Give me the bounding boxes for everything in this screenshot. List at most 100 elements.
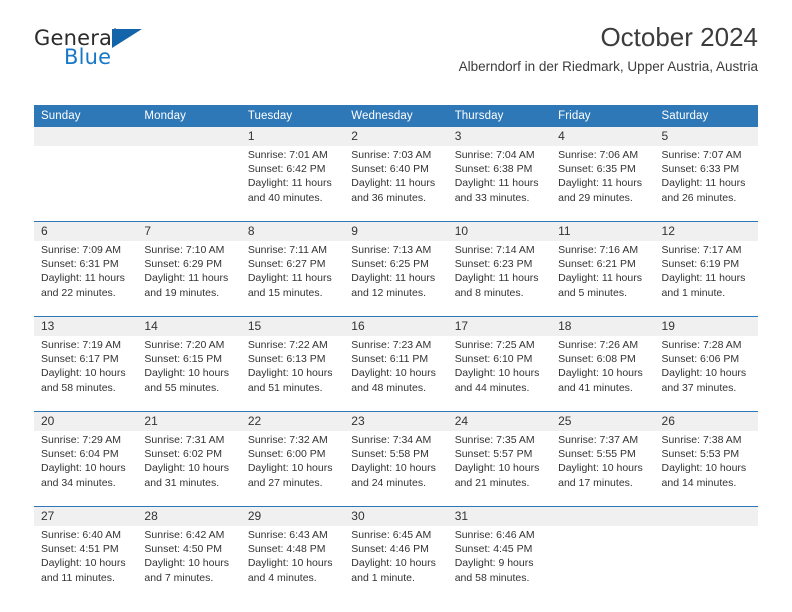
day-number[interactable]: 17 (447, 316, 552, 336)
day-number[interactable]: 23 (344, 411, 448, 431)
day-number (34, 127, 138, 146)
day-number[interactable]: 5 (654, 127, 758, 146)
day-number[interactable]: 13 (34, 316, 138, 336)
day-number[interactable]: 24 (447, 411, 552, 431)
daylight-text-line2: and 58 minutes. (41, 381, 116, 394)
sunset-text: Sunset: 6:25 PM (351, 258, 429, 271)
day-cell: Sunrise: 7:32 AM Sunset: 6:00 PM Dayligh… (240, 431, 345, 507)
sunset-text: Sunset: 4:45 PM (454, 543, 533, 556)
daylight-text-line2: and 55 minutes. (144, 381, 220, 394)
day-number[interactable]: 3 (447, 127, 552, 146)
sunrise-text: Sunrise: 7:34 AM (351, 434, 432, 446)
day-number[interactable]: 2 (344, 127, 448, 146)
sunset-text: Sunset: 6:31 PM (41, 258, 119, 271)
day-cell: Sunrise: 7:29 AM Sunset: 6:04 PM Dayligh… (34, 431, 138, 507)
week-daynumbers: 6 7 8 9 10 11 12 (34, 221, 758, 241)
calendar-page: General Blue October 2024 Alberndorf in … (0, 0, 792, 612)
triangle-icon (112, 29, 142, 48)
week-daynumbers: 20 21 22 23 24 25 26 (34, 411, 758, 431)
sunrise-text: Sunrise: 7:37 AM (558, 434, 639, 446)
day-number[interactable]: 19 (654, 316, 758, 336)
day-number[interactable]: 29 (240, 506, 345, 526)
sunset-text: Sunset: 5:55 PM (558, 448, 636, 461)
day-number[interactable]: 7 (137, 221, 241, 241)
day-cell: Sunrise: 7:14 AM Sunset: 6:23 PM Dayligh… (447, 241, 552, 317)
daylight-text-line1: Daylight: 10 hours (41, 557, 126, 570)
sunrise-text: Sunrise: 6:43 AM (247, 529, 328, 541)
daylight-text-line2: and 40 minutes. (247, 191, 323, 204)
daylight-text-line1: Daylight: 10 hours (661, 367, 747, 380)
week-daynumbers: 27 28 29 30 31 (34, 506, 758, 526)
day-number[interactable]: 22 (240, 411, 345, 431)
day-cell: Sunrise: 6:42 AM Sunset: 4:50 PM Dayligh… (137, 526, 241, 601)
day-number[interactable]: 30 (344, 506, 448, 526)
sunset-text: Sunset: 4:46 PM (351, 543, 429, 556)
week-row: 6 7 8 9 10 11 12 Sunrise: 7:09 AM Sunset… (34, 221, 758, 317)
day-number[interactable]: 12 (654, 221, 758, 241)
daylight-text-line2: and 15 minutes. (247, 286, 323, 299)
sunset-text: Sunset: 6:04 PM (41, 448, 119, 461)
day-number[interactable]: 15 (240, 316, 345, 336)
title-block: October 2024 Alberndorf in der Riedmark,… (459, 22, 758, 76)
sunset-text: Sunset: 6:17 PM (41, 353, 119, 366)
sunset-text: Sunset: 6:23 PM (454, 258, 533, 271)
daylight-text-line1: Daylight: 10 hours (351, 367, 436, 380)
day-number[interactable]: 10 (447, 221, 552, 241)
day-number[interactable]: 31 (447, 506, 552, 526)
daylight-text-line2: and 51 minutes. (247, 381, 323, 394)
day-number[interactable]: 20 (34, 411, 138, 431)
sunset-text: Sunset: 6:42 PM (247, 163, 326, 176)
daylight-text-line1: Daylight: 10 hours (247, 367, 333, 380)
sunset-text: Sunset: 5:57 PM (454, 448, 533, 461)
week-details: Sunrise: 7:01 AM Sunset: 6:42 PM Dayligh… (34, 146, 758, 222)
day-cell: Sunrise: 7:16 AM Sunset: 6:21 PM Dayligh… (551, 241, 655, 317)
day-number[interactable]: 8 (240, 221, 345, 241)
week-details: Sunrise: 7:19 AM Sunset: 6:17 PM Dayligh… (34, 336, 758, 412)
daylight-text-line1: Daylight: 10 hours (454, 367, 540, 380)
sunset-text: Sunset: 6:08 PM (558, 353, 636, 366)
daylight-text-line1: Daylight: 10 hours (351, 557, 436, 570)
weekday-header-tuesday: Tuesday (240, 105, 345, 127)
sunrise-text: Sunrise: 7:35 AM (454, 434, 535, 446)
day-number[interactable]: 26 (654, 411, 758, 431)
sunset-text: Sunset: 6:35 PM (558, 163, 636, 176)
weekday-header-row: Sunday Monday Tuesday Wednesday Thursday… (34, 105, 758, 127)
daylight-text-line1: Daylight: 11 hours (351, 177, 436, 190)
day-number[interactable]: 18 (551, 316, 655, 336)
daylight-text-line2: and 37 minutes. (661, 381, 737, 394)
day-number[interactable]: 14 (137, 316, 241, 336)
week-row: 27 28 29 30 31 Sunrise: 6:40 AM Sunset: … (34, 506, 758, 601)
day-number[interactable]: 9 (344, 221, 448, 241)
sunrise-text: Sunrise: 7:17 AM (661, 244, 742, 256)
daylight-text-line2: and 14 minutes. (661, 476, 737, 489)
day-number[interactable]: 16 (344, 316, 448, 336)
day-cell: Sunrise: 7:07 AM Sunset: 6:33 PM Dayligh… (654, 146, 758, 222)
daylight-text-line2: and 29 minutes. (558, 191, 633, 204)
sunset-text: Sunset: 6:10 PM (454, 353, 533, 366)
daylight-text-line1: Daylight: 11 hours (661, 272, 746, 285)
day-number[interactable]: 4 (551, 127, 655, 146)
day-number[interactable]: 1 (240, 127, 345, 146)
day-cell: Sunrise: 7:17 AM Sunset: 6:19 PM Dayligh… (654, 241, 758, 317)
day-cell: Sunrise: 7:25 AM Sunset: 6:10 PM Dayligh… (447, 336, 552, 412)
day-cell: Sunrise: 7:19 AM Sunset: 6:17 PM Dayligh… (34, 336, 138, 412)
daylight-text-line2: and 5 minutes. (558, 286, 627, 299)
daylight-text-line2: and 22 minutes. (41, 286, 116, 299)
general-blue-logo[interactable]: General Blue (34, 26, 234, 72)
daylight-text-line1: Daylight: 11 hours (247, 177, 332, 190)
day-number[interactable]: 21 (137, 411, 241, 431)
day-number[interactable]: 28 (137, 506, 241, 526)
day-cell: Sunrise: 7:38 AM Sunset: 5:53 PM Dayligh… (654, 431, 758, 507)
day-number[interactable]: 6 (34, 221, 138, 241)
daylight-text-line1: Daylight: 11 hours (558, 177, 642, 190)
daylight-text-line2: and 26 minutes. (661, 191, 737, 204)
day-number[interactable]: 11 (551, 221, 655, 241)
daylight-text-line1: Daylight: 9 hours (454, 557, 534, 570)
day-number[interactable]: 27 (34, 506, 138, 526)
daylight-text-line1: Daylight: 11 hours (661, 177, 746, 190)
day-number[interactable]: 25 (551, 411, 655, 431)
weekday-header-monday: Monday (137, 105, 241, 127)
sunrise-text: Sunrise: 7:22 AM (247, 339, 328, 351)
day-cell-empty (34, 146, 138, 222)
page-subtitle: Alberndorf in der Riedmark, Upper Austri… (458, 59, 758, 74)
